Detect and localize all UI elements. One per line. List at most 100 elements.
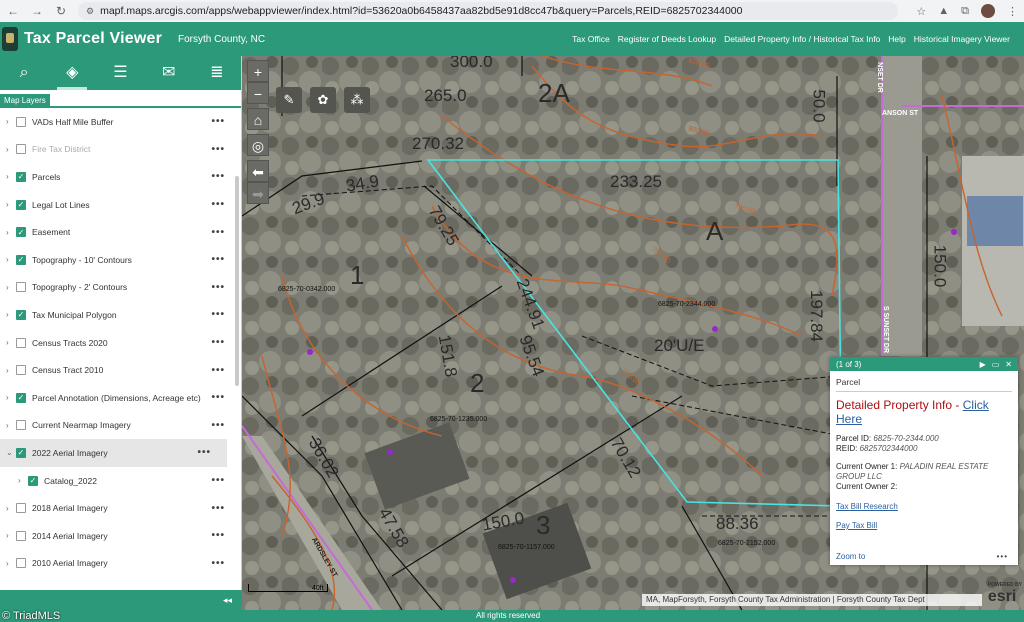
forward-icon[interactable]: → [30, 4, 44, 18]
layer-options-icon[interactable]: ••• [211, 282, 225, 293]
layer-checkbox[interactable]: ✓ [28, 475, 38, 486]
address-bar[interactable]: ⚙ mapf.maps.arcgis.com/apps/webappviewer… [78, 2, 898, 20]
chevron-right-icon[interactable]: › [6, 366, 14, 375]
layer-row[interactable]: › ✓ Parcels ••• [0, 163, 241, 191]
layer-row[interactable]: › ✓ Topography - 10' Contours ••• [0, 246, 241, 274]
layer-checkbox[interactable] [16, 365, 26, 376]
layer-options-icon[interactable]: ••• [211, 337, 225, 348]
profile-avatar[interactable] [981, 4, 995, 18]
layer-checkbox[interactable]: ✓ [16, 447, 26, 458]
chevron-right-icon[interactable]: › [6, 559, 14, 568]
link-help[interactable]: Help [888, 34, 905, 44]
layer-row[interactable]: › ✓ Catalog_2022 ••• [0, 467, 241, 495]
previous-extent-icon[interactable]: ⬅ [247, 160, 269, 182]
layer-checkbox[interactable]: ✓ [16, 171, 26, 182]
zoom-in-button[interactable]: + [247, 60, 269, 82]
link-historical-imagery[interactable]: Historical Imagery Viewer [914, 34, 1010, 44]
site-info-icon[interactable]: ⚙ [86, 6, 94, 17]
layer-options-icon[interactable]: ••• [211, 227, 225, 238]
layer-checkbox[interactable]: ✓ [16, 254, 26, 265]
layer-options-icon[interactable]: ••• [211, 503, 225, 514]
chevron-right-icon[interactable]: › [6, 531, 14, 540]
layer-checkbox[interactable] [16, 530, 26, 541]
chevron-right-icon[interactable]: › [18, 476, 26, 485]
chevron-right-icon[interactable]: › [6, 228, 14, 237]
menu-kebab-icon[interactable]: ⋮ [1007, 5, 1018, 18]
layer-row[interactable]: › ✓ Parcel Annotation (Dimensions, Acreage… [0, 384, 241, 412]
layer-checkbox[interactable] [16, 144, 26, 155]
tab-map-layers[interactable]: Map Layers [0, 94, 50, 108]
layer-options-icon[interactable]: ••• [211, 392, 225, 403]
zoom-out-button[interactable]: − [247, 82, 269, 104]
layer-options-icon[interactable]: ••• [211, 254, 225, 265]
bookmark-star-icon[interactable]: ☆ [916, 5, 926, 18]
layer-options-icon[interactable]: ••• [211, 475, 225, 486]
layer-row[interactable]: › 2010 Aerial Imagery ••• [0, 550, 241, 578]
close-icon[interactable]: ✕ [1005, 360, 1012, 369]
chevron-right-icon[interactable]: › [6, 172, 14, 181]
layers-icon[interactable]: ◈ [57, 56, 88, 90]
layer-row[interactable]: › ✓ Tax Municipal Polygon ••• [0, 301, 241, 329]
layer-row[interactable]: › Census Tracts 2020 ••• [0, 329, 241, 357]
layer-options-icon[interactable]: ••• [211, 309, 225, 320]
layer-options-icon[interactable]: ••• [211, 199, 225, 210]
layer-row[interactable]: › Current Nearmap Imagery ••• [0, 412, 241, 440]
layer-options-icon[interactable]: ••• [211, 171, 225, 182]
next-feature-icon[interactable]: ▶ [980, 360, 986, 369]
layer-list-scrollbar[interactable] [235, 176, 239, 386]
layer-checkbox[interactable]: ✓ [16, 199, 26, 210]
layer-row[interactable]: ⌄ ✓ 2022 Aerial Imagery ••• [0, 439, 227, 467]
mail-icon[interactable]: ✉ [154, 56, 184, 90]
layer-checkbox[interactable] [16, 420, 26, 431]
chevron-right-icon[interactable]: › [6, 421, 14, 430]
search-map-icon[interactable]: ⌕ [9, 56, 39, 90]
chevron-right-icon[interactable]: › [6, 255, 14, 264]
chevron-right-icon[interactable]: › [6, 393, 14, 402]
layer-checkbox[interactable]: ✓ [16, 392, 26, 403]
layer-options-icon[interactable]: ••• [211, 116, 225, 127]
chevron-right-icon[interactable]: › [6, 283, 14, 292]
tax-bill-research-link[interactable]: Tax Bill Research [836, 502, 1012, 511]
chevron-right-icon[interactable]: › [6, 200, 14, 209]
layer-checkbox[interactable]: ✓ [16, 309, 26, 320]
chevron-down-icon[interactable]: ⌄ [6, 448, 14, 457]
layer-row[interactable]: › ✓ Easement ••• [0, 218, 241, 246]
link-tax-office[interactable]: Tax Office [572, 34, 610, 44]
layer-options-icon[interactable]: ••• [211, 365, 225, 376]
layer-row[interactable]: › Topography - 2' Contours ••• [0, 274, 241, 302]
layer-checkbox[interactable]: ✓ [16, 227, 26, 238]
drive-icon[interactable]: ▲ [938, 5, 949, 17]
chevron-right-icon[interactable]: › [6, 504, 14, 513]
measure-icon[interactable]: ✎ [276, 87, 302, 113]
link-register-of-deeds[interactable]: Register of Deeds Lookup [618, 34, 716, 44]
select-features-icon[interactable]: ⁂ [344, 87, 370, 113]
layer-row[interactable]: › Fire Tax District ••• [0, 136, 241, 164]
draw-palette-icon[interactable]: ✿ [310, 87, 336, 113]
legend-list-icon[interactable]: ☰ [105, 56, 135, 90]
link-detailed-property-info[interactable]: Detailed Property Info / Historical Tax … [724, 34, 880, 44]
chevron-right-icon[interactable]: › [6, 117, 14, 126]
locate-icon[interactable]: ◎ [247, 134, 269, 156]
print-list-icon[interactable]: ≣ [202, 56, 232, 90]
back-icon[interactable]: ← [6, 4, 20, 18]
layer-row[interactable]: › Census Tract 2010 ••• [0, 356, 241, 384]
layer-row[interactable]: › ✓ Legal Lot Lines ••• [0, 191, 241, 219]
layer-row[interactable]: › 2018 Aerial Imagery ••• [0, 494, 241, 522]
maximize-icon[interactable]: ▭ [992, 360, 1000, 369]
layer-checkbox[interactable] [16, 116, 26, 127]
layer-options-icon[interactable]: ••• [211, 420, 225, 431]
chevron-right-icon[interactable]: › [6, 145, 14, 154]
next-extent-icon[interactable]: ➡ [247, 182, 269, 204]
collapse-panel-button[interactable]: ◂◂ [0, 590, 242, 610]
extensions-icon[interactable]: ⧉ [961, 5, 969, 18]
zoom-to-link[interactable]: Zoom to [836, 552, 865, 561]
layer-checkbox[interactable] [16, 282, 26, 293]
layer-options-icon[interactable]: ••• [197, 447, 211, 458]
reload-icon[interactable]: ↻ [54, 4, 68, 18]
chevron-right-icon[interactable]: › [6, 310, 14, 319]
pay-tax-bill-link[interactable]: Pay Tax Bill [836, 521, 1012, 530]
layer-checkbox[interactable] [16, 337, 26, 348]
chevron-right-icon[interactable]: › [6, 338, 14, 347]
layer-row[interactable]: › 2014 Aerial Imagery ••• [0, 522, 241, 550]
layer-options-icon[interactable]: ••• [211, 530, 225, 541]
